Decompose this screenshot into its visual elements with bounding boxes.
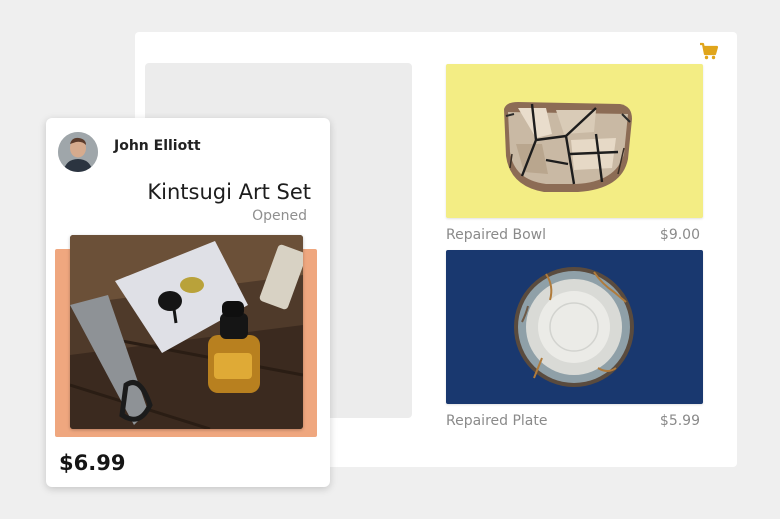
cart-icon[interactable] — [699, 42, 719, 60]
author-name[interactable]: John Elliott — [114, 138, 201, 154]
kintsugi-bowl-image — [504, 102, 632, 192]
product-price: $6.99 — [59, 451, 126, 475]
avatar[interactable] — [58, 132, 98, 172]
product-title: Kintsugi Art Set — [147, 180, 311, 204]
product-card-plate[interactable]: Repaired Plate $5.99 — [446, 250, 703, 429]
product-image-plate[interactable] — [446, 250, 703, 404]
product-price: $9.00 — [659, 227, 700, 243]
product-card-bowl[interactable]: Repaired Bowl $9.00 — [446, 64, 703, 243]
art-set-photo — [70, 235, 303, 429]
product-name[interactable]: Repaired Bowl — [446, 227, 546, 243]
product-name[interactable]: Repaired Plate — [446, 413, 547, 429]
product-price: $5.99 — [659, 413, 700, 429]
status-label: Opened — [252, 208, 307, 224]
featured-product-card[interactable]: John Elliott Kintsugi Art Set Opened $6.… — [46, 118, 330, 487]
user-avatar-icon — [58, 132, 98, 172]
kintsugi-plate-image — [514, 267, 634, 387]
product-image-art-set[interactable] — [70, 235, 303, 429]
product-image-bowl[interactable] — [446, 64, 703, 218]
